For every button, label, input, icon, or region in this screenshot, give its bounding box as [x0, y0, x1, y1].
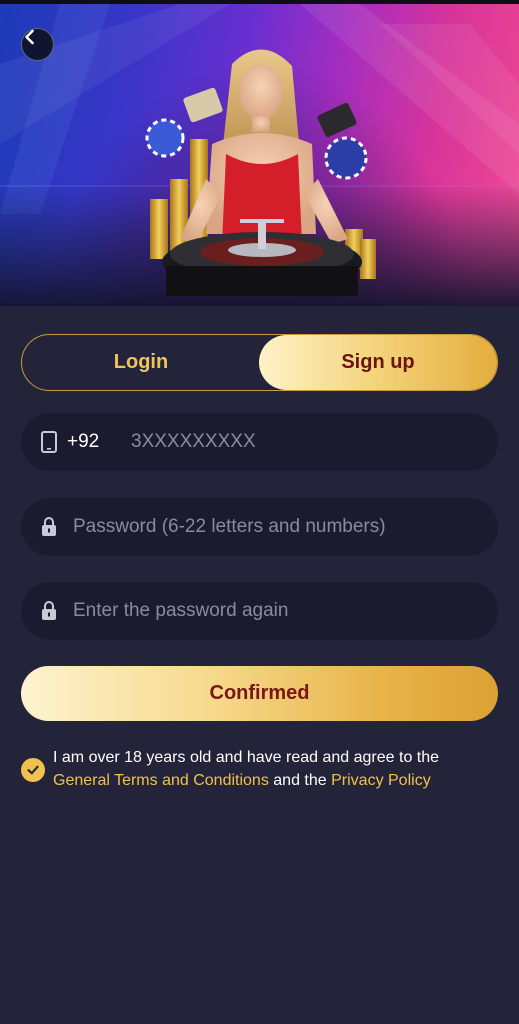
agreement-text-middle: and the: [268, 772, 332, 789]
confirm-button[interactable]: Confirmed: [21, 666, 498, 721]
lock-icon: [42, 517, 56, 536]
agreement-checkbox[interactable]: [21, 758, 45, 782]
agreement-text: I am over 18 years old and have read and…: [53, 746, 493, 792]
lock-icon: [42, 601, 56, 620]
privacy-policy-link[interactable]: Privacy Policy: [331, 772, 431, 789]
checkmark-icon: [27, 765, 39, 775]
phone-icon: [41, 431, 57, 453]
phone-input[interactable]: [131, 422, 491, 462]
confirm-password-input[interactable]: [73, 591, 483, 631]
password-field: [21, 498, 498, 556]
chevron-left-icon: [25, 29, 34, 45]
hero-banner: [0, 4, 519, 306]
confirm-password-field: [21, 582, 498, 640]
tab-signup[interactable]: Sign up: [259, 335, 497, 390]
agreement-text-before: I am over 18 years old and have read and…: [53, 749, 440, 766]
terms-link[interactable]: General Terms and Conditions: [53, 772, 269, 789]
back-button[interactable]: [21, 28, 54, 61]
auth-tabs: Login Sign up: [21, 334, 498, 391]
hero-illustration: [0, 4, 519, 306]
phone-field: +92: [21, 413, 498, 471]
tab-login[interactable]: Login: [22, 335, 260, 390]
password-input[interactable]: [73, 507, 483, 547]
country-code-prefix: +92: [67, 431, 100, 452]
